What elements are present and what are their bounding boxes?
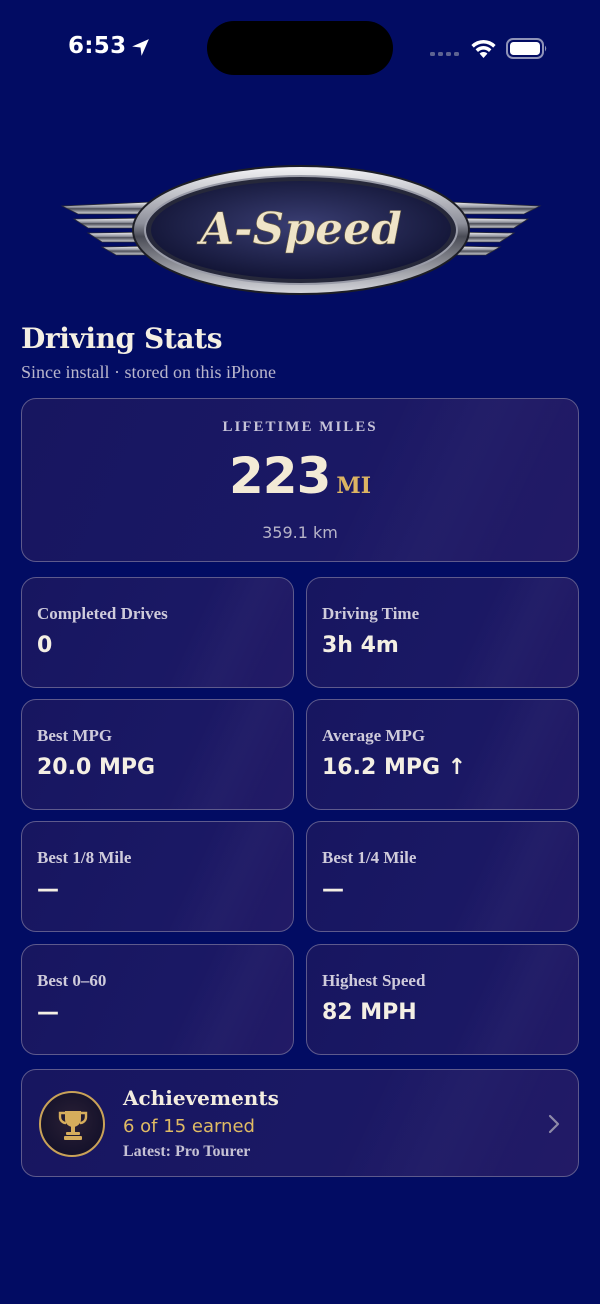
a-speed-logo: A-Speed [60,165,542,295]
trophy-badge [39,1091,105,1157]
stat-label: Best MPG [37,726,113,745]
page-title: Driving Stats [21,322,223,355]
lifetime-miles-value: 223 [228,447,331,505]
achievements-row[interactable]: Achievements 6 of 15 earned Latest: Pro … [21,1069,579,1177]
achievements-latest: Latest: Pro Tourer [123,1143,251,1160]
stat-label: Driving Time [322,604,420,623]
stat-value: 82 MPH [322,1000,417,1025]
stat-card-best-mpg: Best MPG 20.0 MPG [21,699,294,810]
lifetime-km-value: 359.1 km [262,523,338,542]
stat-card-highest-speed: Highest Speed 82 MPH [306,944,579,1055]
battery-icon [506,38,547,59]
stat-label: Best 1/8 Mile [37,848,132,867]
stat-value: — [37,1000,59,1025]
page-subtitle: Since install · stored on this iPhone [21,362,276,382]
lifetime-miles-label: LIFETIME MILES [222,419,378,435]
stat-label: Best 0–60 [37,971,107,990]
stat-value: 0 [37,633,53,658]
cellular-signal-icon [430,52,459,56]
stat-card-average-mpg: Average MPG 16.2 MPG ↑ [306,699,579,810]
stat-card-best-eighth-mile: Best 1/8 Mile — [21,821,294,932]
logo-text: A-Speed [196,204,402,255]
trophy-icon [58,1111,88,1140]
status-time: 6:53 [68,33,127,59]
stat-label: Best 1/4 Mile [322,848,417,867]
dynamic-island [207,21,393,75]
stat-value: 3h 4m [322,633,399,658]
stat-label: Highest Speed [322,971,426,990]
lifetime-miles-value-row: 223 MI [22,447,578,505]
achievements-count: 6 of 15 earned [123,1116,255,1137]
stat-value: — [322,877,344,902]
stat-value: 20.0 MPG [37,755,156,780]
stat-card-best-quarter-mile: Best 1/4 Mile — [306,821,579,932]
lifetime-miles-unit: MI [336,473,372,499]
stat-label: Average MPG [322,726,426,745]
chevron-right-icon [548,1114,560,1134]
achievements-title: Achievements [123,1086,279,1110]
stat-value: 16.2 MPG ↑ [322,755,467,780]
stat-card-best-zero-sixty: Best 0–60 — [21,944,294,1055]
stat-label: Completed Drives [37,604,168,623]
location-arrow-icon [132,39,149,56]
stat-value: — [37,877,59,902]
wifi-icon [471,39,496,58]
stat-card-driving-time: Driving Time 3h 4m [306,577,579,688]
stat-card-completed-drives: Completed Drives 0 [21,577,294,688]
lifetime-miles-card: LIFETIME MILES 223 MI 359.1 km [21,398,579,562]
